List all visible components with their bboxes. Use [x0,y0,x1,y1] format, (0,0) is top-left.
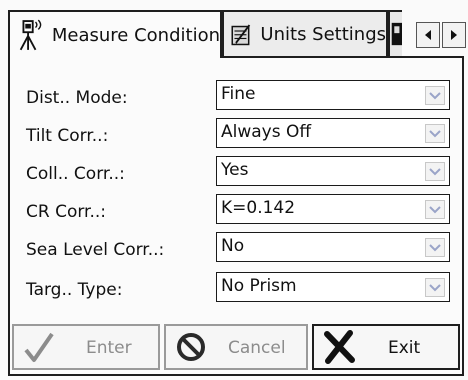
tab-scroll-right-button[interactable] [442,22,466,48]
tab-measure-condition[interactable]: Measure Condition [8,10,222,58]
chevron-down-icon[interactable] [425,238,445,257]
enter-button-label: Enter [86,338,132,358]
chevron-down-icon[interactable] [425,278,445,297]
sea-level-corr-select[interactable]: No [216,232,450,262]
next-tab-icon [391,22,402,46]
dist-mode-select[interactable]: Fine [216,80,450,110]
tab-label: Units Settings [260,23,386,45]
coll-corr-value: Yes [221,160,249,180]
cancel-button[interactable]: Cancel [164,324,308,370]
instrument-icon [19,19,42,51]
exit-button-label: Exit [388,338,421,358]
exit-button[interactable]: Exit [312,324,460,370]
target-type-row: Targ.. Type: No Prism [26,272,450,302]
tilt-corr-label: Tilt Corr..: [26,126,109,146]
x-mark-icon [324,330,355,364]
target-type-value: No Prism [221,276,297,296]
no-symbol-icon [177,333,205,361]
chevron-down-icon[interactable] [425,162,445,181]
tilt-corr-select[interactable]: Always Off [216,118,450,148]
coll-corr-label: Coll.. Corr..: [26,164,125,184]
tab-next[interactable] [388,10,402,56]
cancel-button-label: Cancel [228,338,286,358]
chevron-down-icon[interactable] [425,86,445,105]
tilt-corr-value: Always Off [221,122,312,142]
checkmark-icon [24,332,54,362]
cr-corr-row: CR Corr..: K=0.142 [26,194,450,224]
tab-label: Measure Condition [51,24,220,46]
settings-window: Measure Condition Units Settings Dist.. … [0,0,468,380]
tab-scroll-arrows [416,22,466,50]
dist-mode-value: Fine [221,84,256,104]
enter-button[interactable]: Enter [12,324,160,370]
target-type-select[interactable]: No Prism [216,272,450,302]
chevron-down-icon[interactable] [425,124,445,143]
tab-units-settings[interactable]: Units Settings [222,10,388,56]
chevron-down-icon[interactable] [425,200,445,219]
tab-scroll-left-button[interactable] [416,22,440,48]
cr-corr-value: K=0.142 [221,198,296,218]
dist-mode-label: Dist.. Mode: [26,88,128,108]
target-type-label: Targ.. Type: [26,280,123,300]
dist-mode-row: Dist.. Mode: Fine [26,80,450,110]
cr-corr-select[interactable]: K=0.142 [216,194,450,224]
sea-level-corr-value: No [221,236,245,256]
coll-corr-select[interactable]: Yes [216,156,450,186]
sea-level-corr-label: Sea Level Corr..: [26,240,165,260]
tilt-corr-row: Tilt Corr..: Always Off [26,118,450,148]
arrow-right-icon [451,30,457,40]
units-settings-icon [231,24,251,46]
cr-corr-label: CR Corr..: [26,202,107,222]
coll-corr-row: Coll.. Corr..: Yes [26,156,450,186]
arrow-left-icon [425,30,431,40]
sea-level-corr-row: Sea Level Corr..: No [26,232,450,262]
